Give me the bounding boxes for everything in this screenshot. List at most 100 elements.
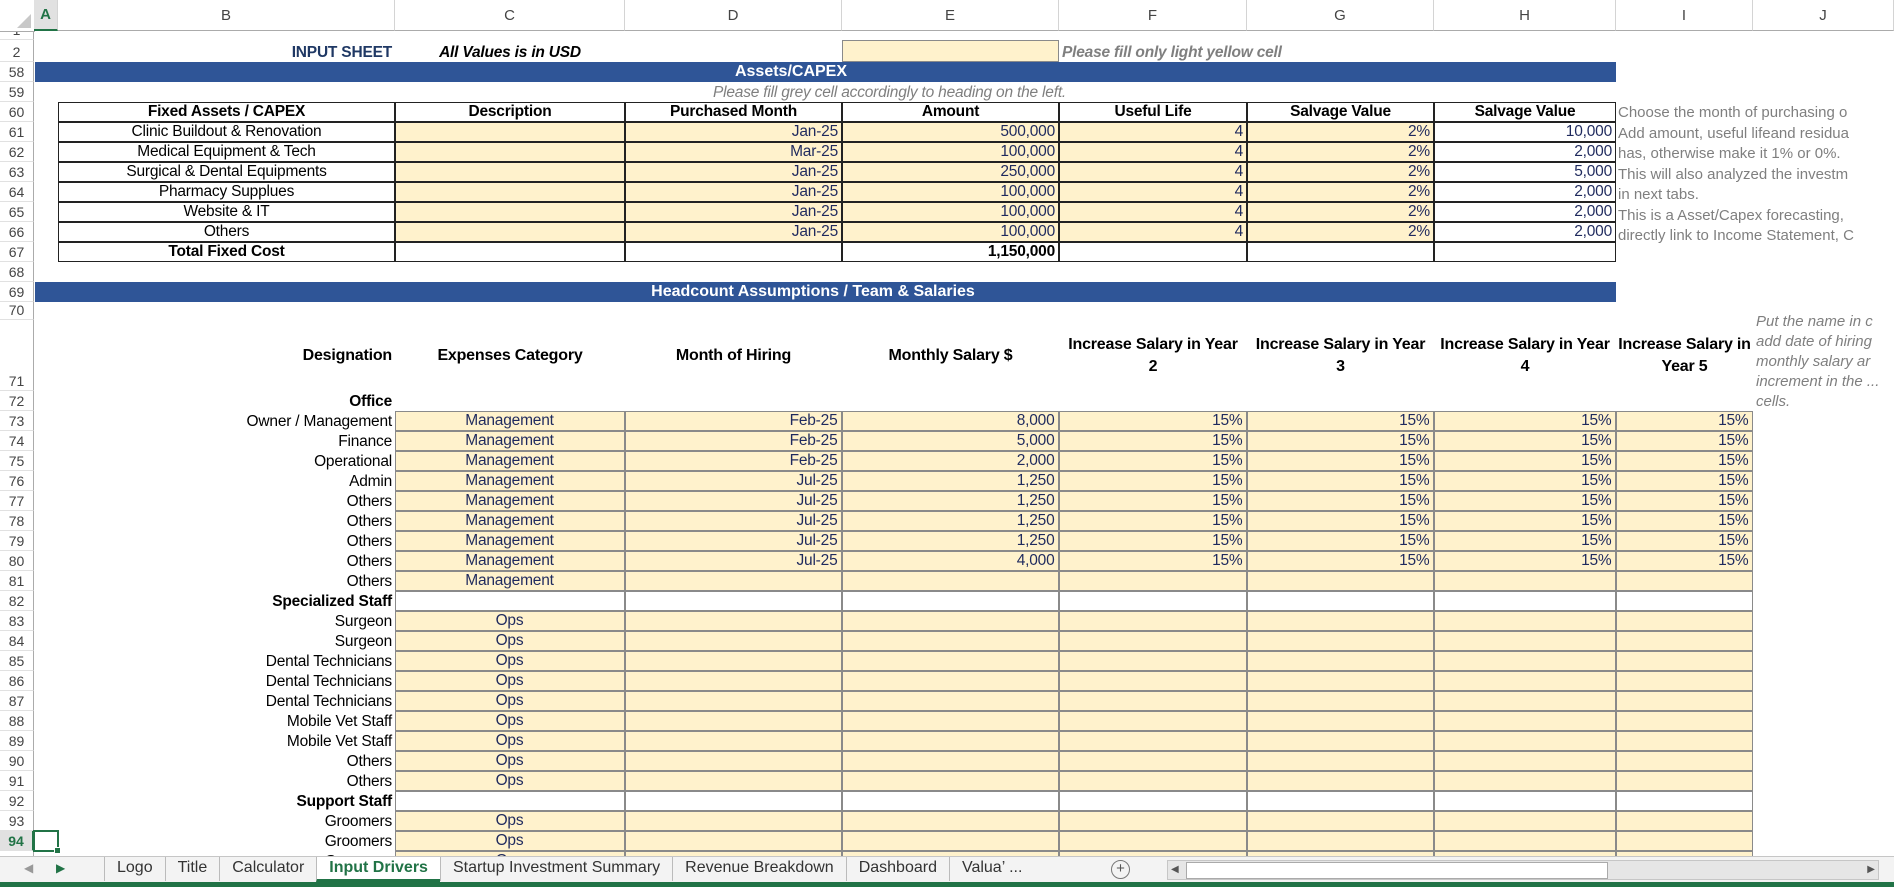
row-header-60[interactable]: 60 bbox=[0, 102, 34, 122]
y3-cell[interactable] bbox=[1246, 690, 1434, 711]
month-cell[interactable]: Jul-25 bbox=[624, 550, 842, 571]
tab-scroll-left-icon[interactable]: ◀ bbox=[24, 861, 33, 875]
y5-cell[interactable]: 15% bbox=[1615, 530, 1753, 551]
y5-cell[interactable] bbox=[1615, 810, 1753, 831]
y4-cell[interactable]: 15% bbox=[1433, 450, 1616, 471]
month-cell[interactable] bbox=[624, 690, 842, 711]
month-cell[interactable] bbox=[624, 830, 842, 851]
capex-description-cell[interactable] bbox=[395, 182, 625, 202]
y3-cell[interactable]: 15% bbox=[1246, 490, 1434, 511]
row-header-77[interactable]: 77 bbox=[0, 491, 34, 511]
y5-cell[interactable]: 15% bbox=[1615, 490, 1753, 511]
month-cell[interactable] bbox=[624, 670, 842, 691]
month-cell[interactable]: Jul-25 bbox=[624, 510, 842, 531]
tab-scroll-right-icon[interactable]: ▶ bbox=[56, 861, 65, 875]
y3-cell[interactable] bbox=[1246, 750, 1434, 771]
y2-cell[interactable]: 15% bbox=[1058, 450, 1247, 471]
month-cell[interactable] bbox=[624, 710, 842, 731]
capex-amount-cell[interactable]: 100,000 bbox=[842, 202, 1059, 222]
y5-cell[interactable] bbox=[1615, 770, 1753, 791]
row-header-87[interactable]: 87 bbox=[0, 691, 34, 711]
row-header-2[interactable]: 2 bbox=[0, 40, 34, 62]
y5-cell[interactable] bbox=[1615, 670, 1753, 691]
y3-cell[interactable] bbox=[1246, 770, 1434, 791]
salary-cell[interactable]: 8,000 bbox=[841, 410, 1059, 431]
capex-salvage-pct-cell[interactable]: 2% bbox=[1247, 202, 1434, 222]
y4-cell[interactable]: 15% bbox=[1433, 470, 1616, 491]
row-header-61[interactable]: 61 bbox=[0, 122, 34, 142]
y2-cell[interactable] bbox=[1058, 690, 1247, 711]
row-header-79[interactable]: 79 bbox=[0, 531, 34, 551]
category-cell[interactable]: Management bbox=[394, 430, 625, 451]
y4-cell[interactable]: 15% bbox=[1433, 430, 1616, 451]
month-cell[interactable]: Jul-25 bbox=[624, 490, 842, 511]
y2-cell[interactable] bbox=[1058, 570, 1247, 591]
y3-cell[interactable]: 15% bbox=[1246, 430, 1434, 451]
y5-cell[interactable]: 15% bbox=[1615, 470, 1753, 491]
y3-cell[interactable]: 15% bbox=[1246, 410, 1434, 431]
y5-cell[interactable]: 15% bbox=[1615, 450, 1753, 471]
capex-amount-cell[interactable]: 100,000 bbox=[842, 142, 1059, 162]
category-cell[interactable]: Ops bbox=[394, 710, 625, 731]
y5-cell[interactable] bbox=[1615, 730, 1753, 751]
y3-cell[interactable] bbox=[1246, 570, 1434, 591]
column-header-a[interactable]: A bbox=[34, 0, 58, 31]
capex-life-cell[interactable]: 4 bbox=[1059, 182, 1247, 202]
y3-cell[interactable] bbox=[1246, 810, 1434, 831]
month-cell[interactable] bbox=[624, 630, 842, 651]
capex-life-cell[interactable]: 4 bbox=[1059, 162, 1247, 182]
scrollbar-thumb[interactable] bbox=[1186, 862, 1608, 879]
row-header-76[interactable]: 76 bbox=[0, 471, 34, 491]
y5-cell[interactable]: 15% bbox=[1615, 510, 1753, 531]
salary-cell[interactable] bbox=[841, 690, 1059, 711]
y4-cell[interactable]: 15% bbox=[1433, 410, 1616, 431]
capex-life-cell[interactable]: 4 bbox=[1059, 142, 1247, 162]
row-header-81[interactable]: 81 bbox=[0, 571, 34, 591]
month-cell[interactable] bbox=[624, 650, 842, 671]
y3-cell[interactable] bbox=[1246, 830, 1434, 851]
y3-cell[interactable]: 15% bbox=[1246, 450, 1434, 471]
row-header-69[interactable]: 69 bbox=[0, 282, 34, 302]
scroll-right-arrow-icon[interactable]: ▶ bbox=[1867, 861, 1875, 879]
y2-cell[interactable]: 15% bbox=[1058, 510, 1247, 531]
row-header-83[interactable]: 83 bbox=[0, 611, 34, 631]
y4-cell[interactable] bbox=[1433, 770, 1616, 791]
y4-cell[interactable] bbox=[1433, 830, 1616, 851]
category-cell[interactable]: Ops bbox=[394, 770, 625, 791]
y3-cell[interactable] bbox=[1246, 710, 1434, 731]
capex-amount-cell[interactable]: 100,000 bbox=[842, 182, 1059, 202]
salary-cell[interactable] bbox=[841, 810, 1059, 831]
salary-cell[interactable] bbox=[841, 770, 1059, 791]
row-header-62[interactable]: 62 bbox=[0, 142, 34, 162]
y4-cell[interactable]: 15% bbox=[1433, 530, 1616, 551]
row-header-59[interactable]: 59 bbox=[0, 82, 34, 102]
y3-cell[interactable] bbox=[1246, 650, 1434, 671]
salary-cell[interactable] bbox=[841, 630, 1059, 651]
salary-cell[interactable]: 1,250 bbox=[841, 510, 1059, 531]
row-header-58[interactable]: 58 bbox=[0, 62, 34, 82]
salary-cell[interactable] bbox=[841, 670, 1059, 691]
capex-life-cell[interactable]: 4 bbox=[1059, 222, 1247, 242]
column-header-e[interactable]: E bbox=[842, 0, 1059, 31]
row-header-66[interactable]: 66 bbox=[0, 222, 34, 242]
y3-cell[interactable] bbox=[1246, 630, 1434, 651]
row-header-63[interactable]: 63 bbox=[0, 162, 34, 182]
category-cell[interactable]: Ops bbox=[394, 630, 625, 651]
y2-cell[interactable] bbox=[1058, 610, 1247, 631]
y4-cell[interactable]: 15% bbox=[1433, 490, 1616, 511]
capex-salvage-pct-cell[interactable]: 2% bbox=[1247, 122, 1434, 142]
y4-cell[interactable]: 15% bbox=[1433, 510, 1616, 531]
y2-cell[interactable] bbox=[1058, 650, 1247, 671]
salary-cell[interactable]: 5,000 bbox=[841, 430, 1059, 451]
capex-month-cell[interactable]: Jan-25 bbox=[625, 202, 842, 222]
row-header-78[interactable]: 78 bbox=[0, 511, 34, 531]
capex-month-cell[interactable]: Jan-25 bbox=[625, 182, 842, 202]
y2-cell[interactable] bbox=[1058, 710, 1247, 731]
row-header-84[interactable]: 84 bbox=[0, 631, 34, 651]
y4-cell[interactable] bbox=[1433, 710, 1616, 731]
y5-cell[interactable] bbox=[1615, 750, 1753, 771]
salary-cell[interactable]: 1,250 bbox=[841, 470, 1059, 491]
category-cell[interactable]: Management bbox=[394, 410, 625, 431]
capex-description-cell[interactable] bbox=[395, 122, 625, 142]
row-header-68[interactable]: 68 bbox=[0, 262, 34, 282]
